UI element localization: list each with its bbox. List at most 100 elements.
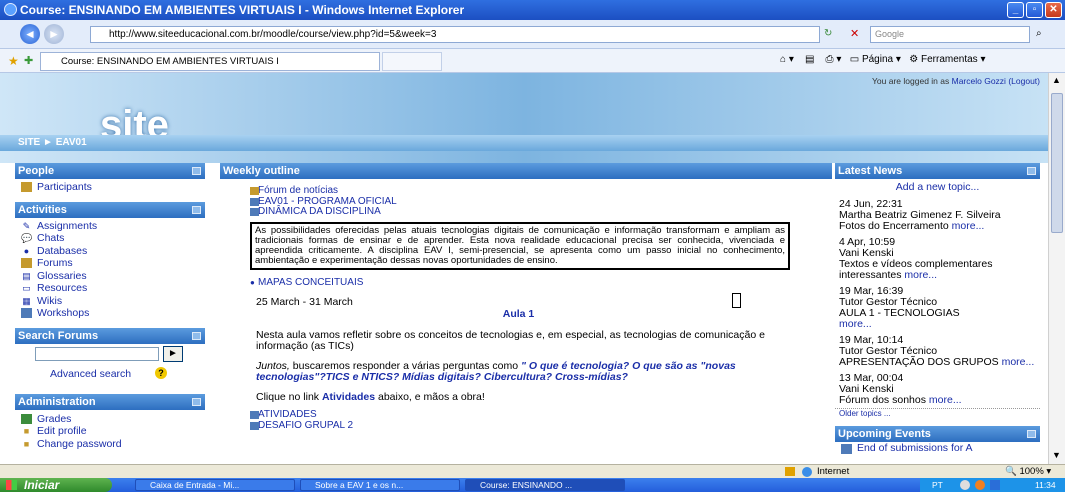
hide-icon[interactable] <box>192 205 201 214</box>
taskbar-button-ie[interactable]: Course: ENSINANDO ... <box>465 479 625 491</box>
system-tray: PT 11:34 <box>920 478 1065 492</box>
hide-icon[interactable] <box>1027 167 1036 175</box>
tray-icon[interactable] <box>960 480 970 490</box>
feeds-icon[interactable]: ▤ <box>805 54 814 65</box>
search-input[interactable]: Google <box>870 26 1030 43</box>
document-icon <box>250 411 259 419</box>
search-icon[interactable]: ⌕ <box>1036 28 1042 39</box>
news-item: 19 Mar, 10:14 Tutor Gestor Técnico APRESE… <box>839 334 1035 368</box>
aula-paragraph-3: Clique no link Atividades abaixo, e mãos… <box>256 391 485 403</box>
advanced-search-link[interactable]: Advanced search <box>50 368 131 380</box>
activity-workshops[interactable]: Workshops <box>15 307 205 320</box>
forum-search-go-button[interactable]: ► <box>163 345 183 362</box>
grades-icon <box>21 413 32 424</box>
news-more-link[interactable]: more... <box>952 220 985 232</box>
print-icon[interactable]: ⎙ ▾ <box>826 54 842 65</box>
profile-icon: ■ <box>23 426 30 436</box>
taskbar-button-outlook[interactable]: Caixa de Entrada - Mi... <box>135 479 295 491</box>
page-scrollbar[interactable]: ▲ ▼ <box>1048 73 1065 464</box>
scroll-down-icon[interactable]: ▼ <box>1052 450 1061 460</box>
breadcrumb-course: EAV01 <box>55 137 87 148</box>
add-topic-link[interactable]: Add a new topic... <box>896 181 979 193</box>
clock[interactable]: 11:34 <box>1035 478 1056 492</box>
chat-icon: 💬 <box>21 233 33 243</box>
refresh-icon[interactable]: ↻ <box>824 28 832 39</box>
page-menu[interactable]: ▭ Página ▾ <box>850 54 901 65</box>
tools-menu[interactable]: ⚙ Ferramentas ▾ <box>909 54 985 65</box>
user-link[interactable]: Marcelo Gozzi <box>952 76 1006 86</box>
right-column: Latest News Add a new topic... 24 Jun, 2… <box>835 163 1040 456</box>
latest-news-add-wrap: Add a new topic... <box>835 179 1040 199</box>
globe-icon <box>802 467 812 477</box>
home-icon[interactable]: ⌂ ▾ <box>780 54 794 65</box>
news-more-link[interactable]: more... <box>839 318 872 330</box>
hide-icon[interactable] <box>1027 430 1036 438</box>
breadcrumb: SITE ► EAV01 <box>0 135 1048 151</box>
course-description: As possibilidades oferecidas pelas atuai… <box>250 221 790 270</box>
scroll-up-icon[interactable]: ▲ <box>1052 75 1061 85</box>
forum-icon <box>250 187 259 195</box>
windows-logo-icon <box>6 480 17 490</box>
topic-desafio-grupal[interactable]: DESAFIO GRUPAL 2 <box>220 420 835 432</box>
admin-edit-profile[interactable]: ■ Edit profile <box>15 425 205 438</box>
scroll-thumb[interactable] <box>1051 93 1063 233</box>
weekly-outline-header: Weekly outline <box>220 163 832 179</box>
event-item[interactable]: End of submissions for A <box>835 442 1040 456</box>
participants-link[interactable]: Participants <box>15 181 205 194</box>
older-topics: Older topics ... <box>835 408 1040 418</box>
news-more-link[interactable]: more... <box>1002 356 1035 368</box>
hide-icon[interactable] <box>192 331 201 340</box>
users-icon <box>21 182 32 192</box>
administration-block-header: Administration <box>15 393 205 410</box>
hide-icon[interactable] <box>192 397 201 406</box>
wiki-icon: ▦ <box>22 295 31 306</box>
address-bar: ◄ ► http://www.siteeducacional.com.br/mo… <box>0 20 1065 49</box>
activity-glossaries[interactable]: ▤ Glossaries <box>15 270 205 283</box>
news-item: 19 Mar, 16:39 Tutor Gestor Técnico AULA 1… <box>839 285 960 330</box>
people-block: Participants <box>15 179 205 202</box>
news-item: 4 Apr, 10:59 Vani Kenski Textos e vídeos … <box>839 236 993 281</box>
activity-forums[interactable]: Forums <box>15 257 205 270</box>
document-icon <box>250 208 259 216</box>
tray-icon[interactable] <box>975 480 985 490</box>
left-column: People Participants Activities ✎ Assignme… <box>15 163 205 453</box>
new-tab[interactable] <box>382 52 442 71</box>
activity-resources[interactable]: ▭ Resources <box>15 282 205 295</box>
tray-icon[interactable] <box>990 480 1000 490</box>
forum-search-input[interactable] <box>35 346 159 361</box>
hide-icon[interactable] <box>192 167 201 175</box>
activity-wikis[interactable]: ▦ Wikis <box>15 295 205 308</box>
add-favorite-icon[interactable]: ✚ <box>24 54 33 67</box>
week-toggle-icon[interactable] <box>732 293 741 308</box>
breadcrumb-site[interactable]: SITE <box>18 137 40 148</box>
aula-paragraph-1: Nesta aula vamos refletir sobre os conce… <box>256 329 765 352</box>
taskbar-button-word[interactable]: Sobre a EAV 1 e os n... <box>300 479 460 491</box>
window-titlebar: Course: ENSINANDO EM AMBIENTES VIRTUAIS … <box>0 0 1065 20</box>
maximize-button[interactable]: ▫ <box>1026 2 1043 18</box>
tab-course[interactable]: Course: ENSINANDO EM AMBIENTES VIRTUAIS … <box>40 52 380 71</box>
aula-title: Aula 1 <box>502 308 535 320</box>
language-indicator[interactable]: PT <box>932 478 943 492</box>
forward-icon[interactable]: ► <box>44 24 64 44</box>
start-button[interactable]: Iniciar <box>0 478 112 492</box>
close-button[interactable]: ✕ <box>1045 2 1062 18</box>
admin-grades[interactable]: Grades <box>15 413 205 426</box>
activity-assignments[interactable]: ✎ Assignments <box>15 220 205 233</box>
news-more-link[interactable]: more... <box>904 269 937 281</box>
help-icon[interactable]: ? <box>155 366 167 379</box>
topic-mapas-conceituais[interactable]: ● MAPAS CONCEITUAIS <box>220 277 835 289</box>
stop-icon[interactable]: ✕ <box>850 27 859 40</box>
back-icon[interactable]: ◄ <box>20 24 40 44</box>
minimize-button[interactable]: _ <box>1007 2 1024 18</box>
activity-databases[interactable]: ● Databases <box>15 245 205 258</box>
logout-link[interactable]: (Logout) <box>1008 76 1040 86</box>
url-input[interactable]: http://www.siteeducacional.com.br/moodle… <box>90 26 820 43</box>
favorites-star-icon[interactable]: ★ <box>8 54 19 68</box>
activity-chats[interactable]: 💬 Chats <box>15 232 205 245</box>
ie-icon <box>4 3 17 16</box>
older-topics-link[interactable]: Older topics ... <box>839 409 891 418</box>
zoom-level[interactable]: 🔍 100% ▾ <box>1005 465 1051 478</box>
news-more-link[interactable]: more... <box>929 394 962 406</box>
admin-change-password[interactable]: ■ Change password <box>15 438 205 451</box>
topic-dinamica[interactable]: DINÂMICA DA DISCIPLINA <box>220 206 835 218</box>
